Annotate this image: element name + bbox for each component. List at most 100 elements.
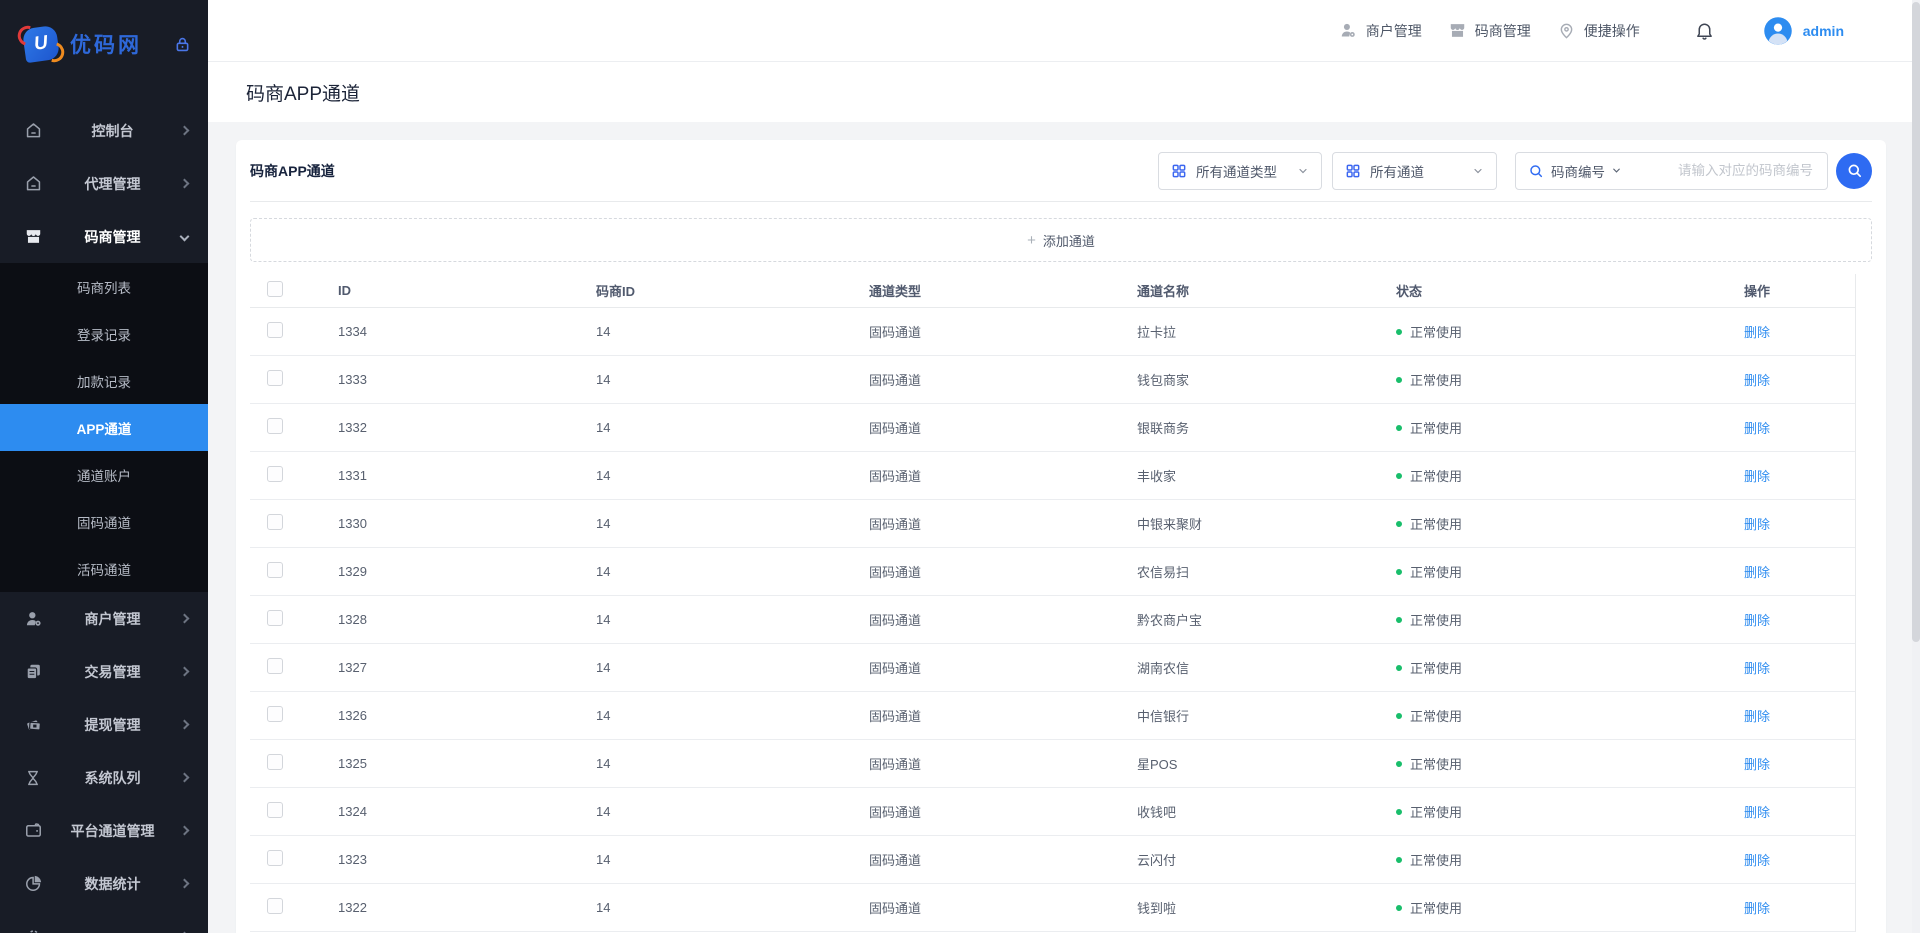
search-category-select[interactable]: 码商编号 — [1551, 161, 1605, 181]
row-checkbox[interactable] — [267, 370, 283, 386]
search-button[interactable] — [1836, 153, 1872, 189]
sidebar-item-平台通道管理[interactable]: 平台通道管理 — [0, 804, 208, 857]
sidebar-item-partial[interactable] — [0, 910, 208, 933]
grid-icon — [1345, 163, 1361, 179]
nav-quick-actions[interactable]: 便捷操作 — [1557, 21, 1640, 41]
column-header-type: 通道类型 — [869, 281, 1137, 300]
nav-merchant-management[interactable]: 商户管理 — [1339, 21, 1422, 41]
brand-name: 优码网 — [70, 29, 142, 59]
chevron-right-icon — [180, 126, 190, 136]
row-checkbox[interactable] — [267, 706, 283, 722]
row-checkbox[interactable] — [267, 418, 283, 434]
sidebar-item-数据统计[interactable]: 数据统计 — [0, 857, 208, 910]
nav-label: 码商管理 — [1475, 21, 1531, 41]
sidebar-item-商户管理[interactable]: 商户管理 — [0, 592, 208, 645]
sidebar-subitem-登录记录[interactable]: 登录记录 — [0, 310, 208, 357]
store-icon — [24, 227, 44, 246]
row-checkbox[interactable] — [267, 466, 283, 482]
sidebar-item-label: 码商管理 — [44, 227, 181, 247]
add-channel-label: 添加通道 — [1043, 231, 1095, 250]
lock-icon[interactable] — [173, 35, 192, 54]
cell-name: 钱包商家 — [1137, 370, 1396, 389]
cell-type: 固码通道 — [869, 562, 1137, 581]
cell-name: 农信易扫 — [1137, 562, 1396, 581]
sidebar-subitem-码商列表[interactable]: 码商列表 — [0, 263, 208, 310]
row-checkbox[interactable] — [267, 562, 283, 578]
column-header-status: 状态 — [1396, 281, 1744, 300]
sidebar-item-码商管理[interactable]: 码商管理 — [0, 210, 208, 263]
sidebar-submenu: 码商列表登录记录加款记录APP通道通道账户固码通道活码通道 — [0, 263, 208, 592]
notification-bell-icon[interactable] — [1694, 20, 1715, 41]
search-input[interactable] — [1622, 163, 1815, 178]
chevron-down-icon — [1297, 165, 1309, 177]
sidebar-subitem-固码通道[interactable]: 固码通道 — [0, 498, 208, 545]
cell-id: 1331 — [338, 468, 596, 483]
top-header: 商户管理 码商管理 便捷操作 — [208, 0, 1920, 62]
sidebar-item-系统队列[interactable]: 系统队列 — [0, 751, 208, 804]
row-checkbox[interactable] — [267, 610, 283, 626]
sidebar-subitem-加款记录[interactable]: 加款记录 — [0, 357, 208, 404]
row-checkbox[interactable] — [267, 514, 283, 530]
channel-type-select[interactable]: 所有通道类型 — [1158, 152, 1322, 190]
table-row: 1333 14 固码通道 钱包商家 正常使用 删除 — [250, 356, 1855, 404]
row-checkbox[interactable] — [267, 898, 283, 914]
table-row: 1328 14 固码通道 黔农商户宝 正常使用 删除 — [250, 596, 1855, 644]
nav-codemerchant-management[interactable]: 码商管理 — [1448, 21, 1531, 41]
delete-link[interactable]: 删除 — [1744, 805, 1770, 820]
delete-link[interactable]: 删除 — [1744, 373, 1770, 388]
sidebar-subitem-活码通道[interactable]: 活码通道 — [0, 545, 208, 592]
delete-link[interactable]: 删除 — [1744, 517, 1770, 532]
delete-link[interactable]: 删除 — [1744, 565, 1770, 580]
table-row: 1331 14 固码通道 丰收家 正常使用 删除 — [250, 452, 1855, 500]
row-checkbox[interactable] — [267, 850, 283, 866]
panel-header: 码商APP通道 所有通道类型 — [250, 140, 1872, 202]
add-channel-button[interactable]: + 添加通道 — [250, 218, 1872, 262]
delete-link[interactable]: 删除 — [1744, 613, 1770, 628]
row-checkbox[interactable] — [267, 754, 283, 770]
sidebar-item-控制台[interactable]: 控制台 — [0, 104, 208, 157]
page-scrollbar[interactable] — [1912, 0, 1920, 933]
cell-merchant-id: 14 — [596, 516, 869, 531]
row-checkbox[interactable] — [267, 658, 283, 674]
sidebar-subitem-通道账户[interactable]: 通道账户 — [0, 451, 208, 498]
delete-link[interactable]: 删除 — [1744, 709, 1770, 724]
sidebar-item-交易管理[interactable]: 交易管理 — [0, 645, 208, 698]
cell-name: 云闪付 — [1137, 850, 1396, 869]
sidebar-item-代理管理[interactable]: 代理管理 — [0, 157, 208, 210]
pie-chart-icon — [24, 874, 44, 893]
location-pin-icon — [1557, 21, 1576, 40]
sidebar-item-提现管理[interactable]: 提现管理 — [0, 698, 208, 751]
cell-id: 1329 — [338, 564, 596, 579]
table-row: 1327 14 固码通道 湖南农信 正常使用 删除 — [250, 644, 1855, 692]
cell-status: 正常使用 — [1396, 754, 1744, 773]
scrollbar-thumb[interactable] — [1912, 2, 1920, 642]
cell-status: 正常使用 — [1396, 562, 1744, 581]
delete-link[interactable]: 删除 — [1744, 421, 1770, 436]
delete-link[interactable]: 删除 — [1744, 661, 1770, 676]
delete-link[interactable]: 删除 — [1744, 901, 1770, 916]
delete-link[interactable]: 删除 — [1744, 853, 1770, 868]
content-area: 码商APP通道 所有通道类型 — [208, 122, 1920, 933]
table-row: 1323 14 固码通道 云闪付 正常使用 删除 — [250, 836, 1855, 884]
row-checkbox[interactable] — [267, 322, 283, 338]
username[interactable]: admin — [1803, 23, 1844, 39]
channel-select[interactable]: 所有通道 — [1332, 152, 1497, 190]
cell-merchant-id: 14 — [596, 708, 869, 723]
status-dot-icon — [1396, 569, 1402, 575]
cell-name: 星POS — [1137, 754, 1396, 773]
sidebar-subitem-APP通道[interactable]: APP通道 — [0, 404, 208, 451]
delete-link[interactable]: 删除 — [1744, 325, 1770, 340]
brand[interactable]: U 优码网 — [0, 0, 208, 104]
row-checkbox[interactable] — [267, 802, 283, 818]
sidebar-item-label: 交易管理 — [44, 662, 181, 682]
cell-merchant-id: 14 — [596, 324, 869, 339]
status-dot-icon — [1396, 377, 1402, 383]
delete-link[interactable]: 删除 — [1744, 757, 1770, 772]
delete-link[interactable]: 删除 — [1744, 469, 1770, 484]
sidebar-item-label: 系统队列 — [44, 768, 181, 788]
cell-type: 固码通道 — [869, 754, 1137, 773]
select-all-checkbox[interactable] — [267, 281, 283, 297]
nav-label: 便捷操作 — [1584, 21, 1640, 41]
chevron-down-icon[interactable] — [1611, 165, 1622, 176]
avatar[interactable] — [1763, 16, 1793, 46]
